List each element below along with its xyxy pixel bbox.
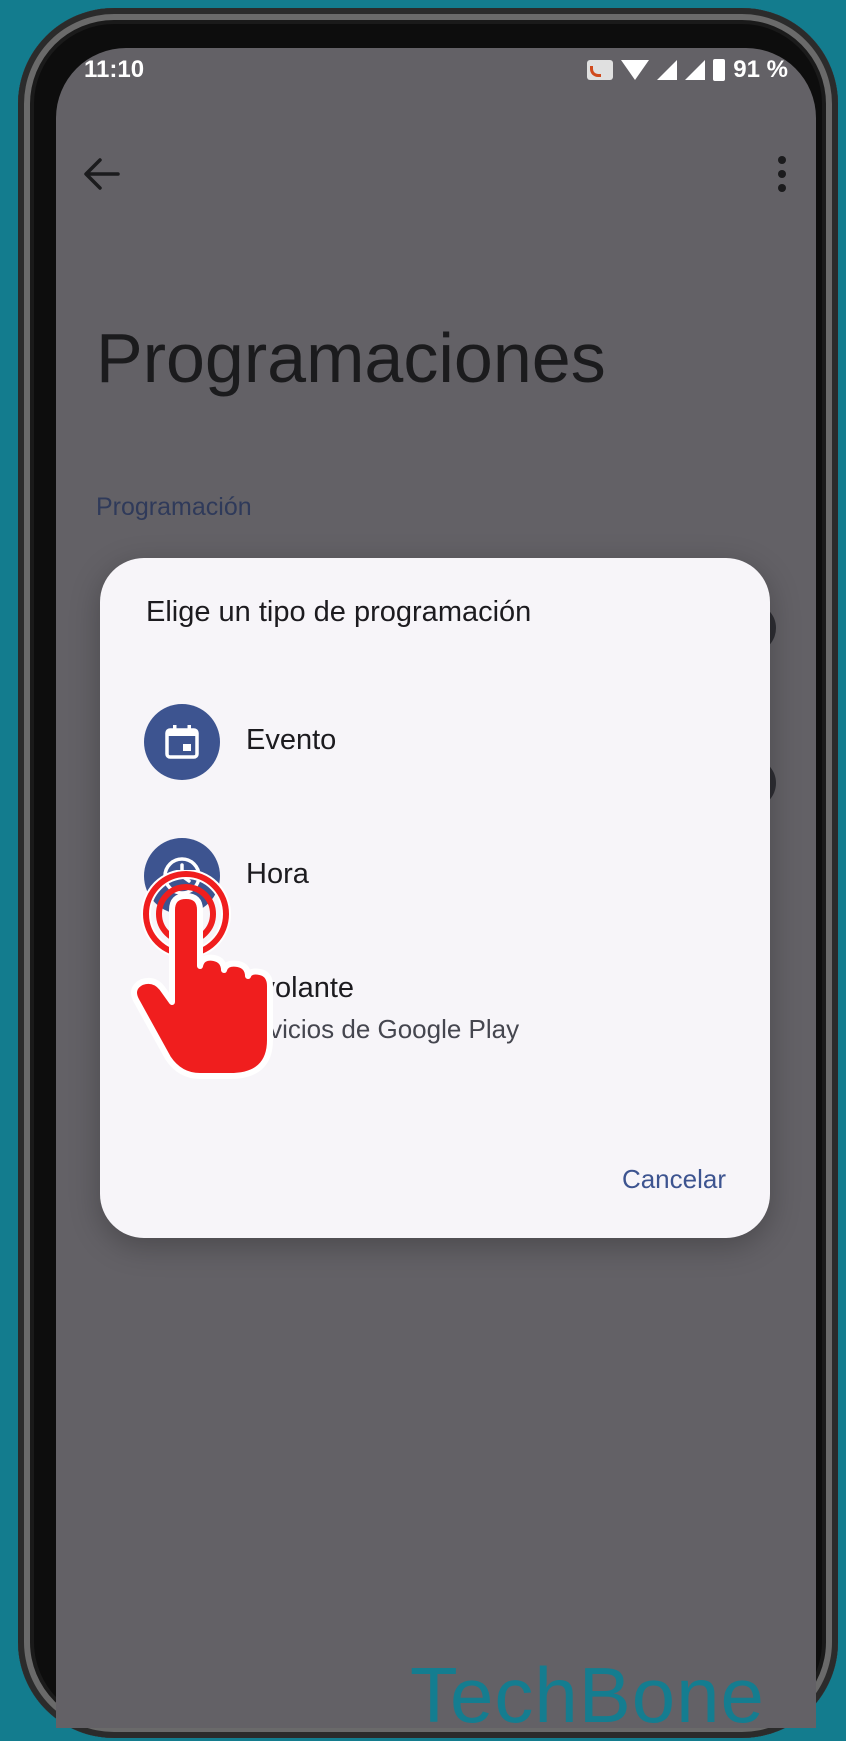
- tap-hand-icon: [131, 870, 273, 1079]
- option-volante-sublabel: ervicios de Google Play: [246, 1014, 520, 1044]
- more-options-icon[interactable]: [772, 154, 792, 194]
- wifi-icon: [621, 60, 650, 80]
- option-evento-label: Evento: [246, 724, 337, 756]
- cast-icon: [587, 60, 614, 80]
- status-time: 11:10: [84, 56, 145, 83]
- battery-percent: 91 %: [733, 56, 788, 83]
- status-bar: 11:10 91 %: [56, 48, 816, 88]
- back-arrow-icon[interactable]: [82, 156, 122, 192]
- battery-icon: [713, 59, 726, 81]
- dialog-title: Elige un tipo de programación: [146, 596, 532, 628]
- calendar-icon: [144, 704, 220, 780]
- signal-roaming-icon: [685, 60, 706, 80]
- page-title: Programaciones: [96, 319, 606, 397]
- status-icons: 91 %: [587, 56, 788, 84]
- option-evento[interactable]: Evento: [144, 700, 744, 790]
- signal-icon: [657, 60, 678, 80]
- section-header: Programación: [96, 493, 252, 521]
- watermark: TechBone: [410, 1651, 765, 1739]
- cancel-button[interactable]: Cancelar: [622, 1164, 726, 1195]
- top-app-bar: [56, 138, 816, 208]
